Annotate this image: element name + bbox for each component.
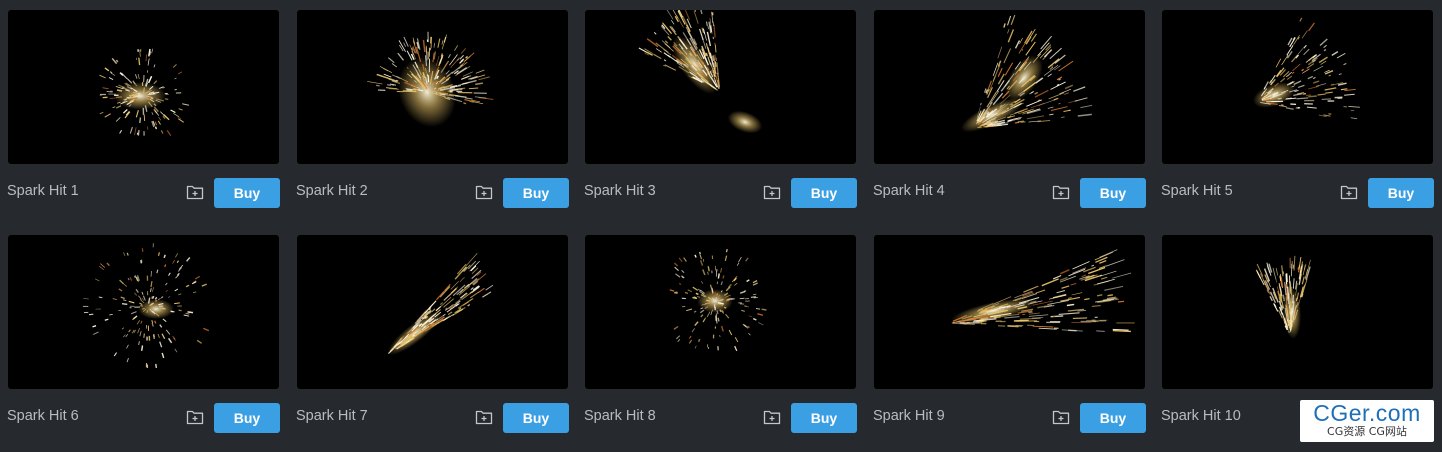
watermark-sub-text: CG资源 CG网站 <box>1327 425 1407 438</box>
folder-plus-icon[interactable] <box>1340 184 1358 200</box>
asset-thumbnail[interactable] <box>874 235 1145 389</box>
asset-title: Spark Hit 6 <box>7 408 79 424</box>
buy-button[interactable]: Buy <box>214 178 280 208</box>
asset-title: Spark Hit 3 <box>584 183 656 199</box>
asset-card: Spark Hit 8 Buy <box>584 235 857 433</box>
asset-title: Spark Hit 8 <box>584 408 656 424</box>
folder-plus-icon[interactable] <box>186 409 204 425</box>
buy-button[interactable]: Buy <box>1368 178 1434 208</box>
asset-thumbnail[interactable] <box>874 10 1145 164</box>
buy-button[interactable]: Buy <box>791 403 857 433</box>
buy-button[interactable]: Buy <box>503 178 569 208</box>
asset-card: Spark Hit 5 Buy <box>1161 10 1434 208</box>
asset-thumbnail[interactable] <box>297 10 568 164</box>
asset-title: Spark Hit 5 <box>1161 183 1233 199</box>
asset-card: Spark Hit 1 Buy <box>7 10 280 208</box>
asset-thumbnail[interactable] <box>8 10 279 164</box>
folder-plus-icon[interactable] <box>1052 409 1070 425</box>
asset-card: Spark Hit 4 Buy <box>873 10 1146 208</box>
buy-button[interactable]: Buy <box>791 178 857 208</box>
folder-plus-icon[interactable] <box>763 409 781 425</box>
asset-thumbnail[interactable] <box>297 235 568 389</box>
asset-thumbnail[interactable] <box>1162 10 1433 164</box>
folder-plus-icon[interactable] <box>763 184 781 200</box>
folder-plus-icon[interactable] <box>1052 184 1070 200</box>
asset-thumbnail[interactable] <box>585 235 856 389</box>
folder-plus-icon[interactable] <box>186 184 204 200</box>
buy-button[interactable]: Buy <box>1080 403 1146 433</box>
asset-card: Spark Hit 3 Buy <box>584 10 857 208</box>
asset-card: Spark Hit 7 Buy <box>296 235 569 433</box>
asset-thumbnail[interactable] <box>1162 235 1433 389</box>
asset-title: Spark Hit 1 <box>7 183 79 199</box>
asset-grid: Spark Hit 1 Buy Spark Hit 2 Buy Spark Hi… <box>0 0 1442 452</box>
asset-thumbnail[interactable] <box>8 235 279 389</box>
buy-button[interactable]: Buy <box>503 403 569 433</box>
asset-title: Spark Hit 4 <box>873 183 945 199</box>
buy-button[interactable]: Buy <box>1080 178 1146 208</box>
watermark-main-text: CGer.com <box>1313 400 1421 426</box>
asset-title: Spark Hit 9 <box>873 408 945 424</box>
asset-card: Spark Hit 2 Buy <box>296 10 569 208</box>
buy-button[interactable]: Buy <box>214 403 280 433</box>
watermark-logo: CGer.com CG资源 CG网站 <box>1300 400 1434 442</box>
asset-title: Spark Hit 10 <box>1161 408 1241 424</box>
asset-title: Spark Hit 7 <box>296 408 368 424</box>
asset-card: Spark Hit 9 Buy <box>873 235 1146 433</box>
folder-plus-icon[interactable] <box>475 184 493 200</box>
asset-title: Spark Hit 2 <box>296 183 368 199</box>
folder-plus-icon[interactable] <box>475 409 493 425</box>
asset-card: Spark Hit 6 Buy <box>7 235 280 433</box>
asset-thumbnail[interactable] <box>585 10 856 164</box>
